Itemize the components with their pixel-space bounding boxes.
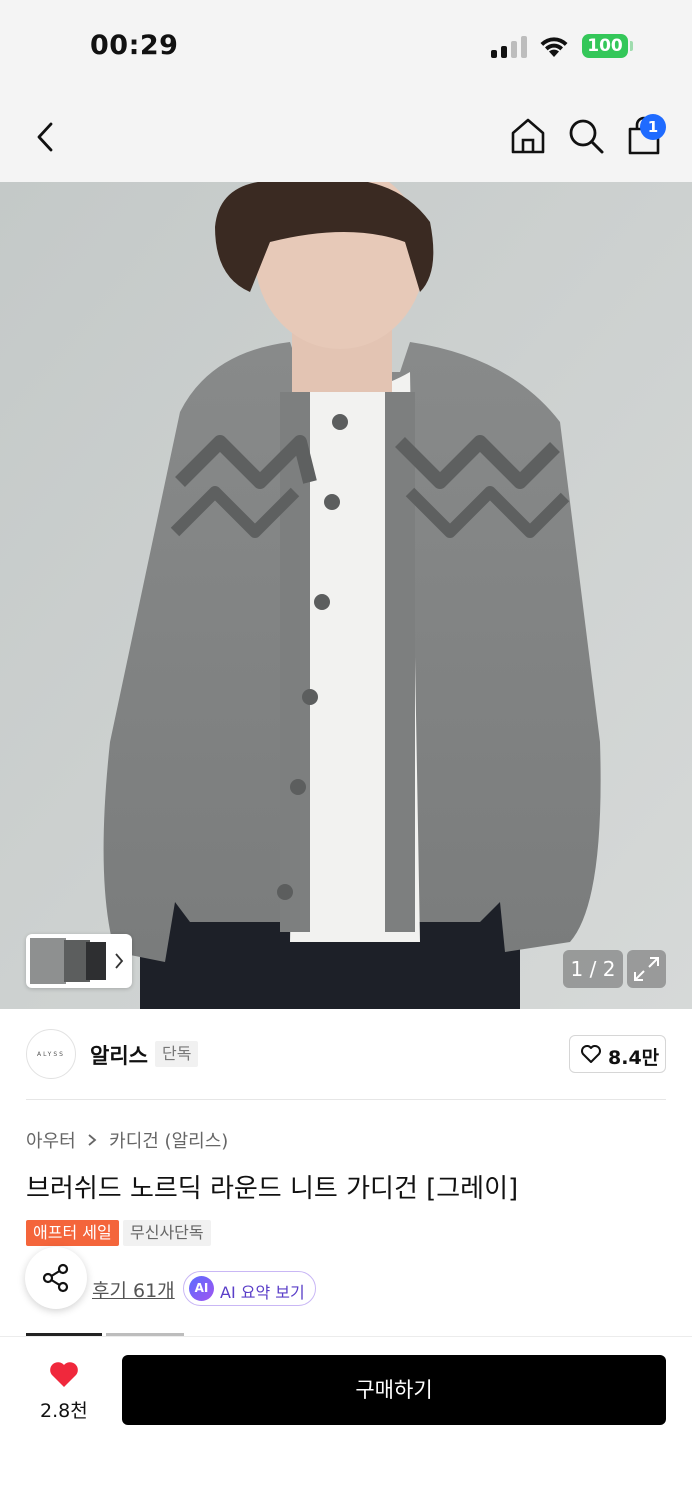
heart-outline-icon — [581, 1045, 601, 1063]
gallery-thumbnail-strip[interactable] — [26, 934, 132, 988]
nav-bar — [0, 92, 692, 182]
chevron-right-icon — [88, 1134, 97, 1146]
thumbnail-previews — [30, 938, 124, 984]
breadcrumb: 아우터 카디건 (알리스) — [26, 1127, 228, 1153]
search-icon[interactable] — [566, 116, 606, 156]
breadcrumb-subcategory[interactable]: 카디건 (알리스) — [109, 1131, 228, 1152]
exclusive-badge: 무신사단독 — [123, 1220, 211, 1246]
review-link[interactable]: 후기 61개 — [92, 1276, 175, 1303]
ai-summary-label: AI 요약 보기 — [220, 1283, 305, 1302]
brand-exclusive-tag: 단독 — [155, 1041, 199, 1067]
heart-filled-icon[interactable] — [48, 1359, 80, 1389]
cart-count-badge: 1 — [640, 114, 666, 140]
wifi-icon — [540, 37, 568, 57]
product-title: 브러쉬드 노르딕 라운드 니트 가디건 [그레이] — [26, 1174, 519, 1204]
home-icon[interactable] — [508, 116, 548, 156]
brand-like-count: 8.4만 — [608, 1047, 660, 1069]
back-icon[interactable] — [30, 120, 62, 154]
image-counter: 1 / 2 — [563, 950, 623, 988]
battery-indicator: 100 — [582, 34, 628, 58]
ai-summary-button[interactable]: AI AI 요약 보기 — [183, 1271, 316, 1306]
brand-logo[interactable]: ALYSS — [26, 1029, 76, 1079]
ai-icon: AI — [189, 1276, 214, 1301]
product-image[interactable] — [0, 182, 692, 1009]
share-button[interactable] — [25, 1247, 87, 1309]
battery-tip — [630, 41, 633, 51]
share-icon — [42, 1263, 69, 1293]
buy-button[interactable]: 구매하기 — [122, 1355, 666, 1425]
cellular-signal-icon — [491, 36, 527, 58]
divider — [26, 1099, 666, 1100]
breadcrumb-category[interactable]: 아우터 — [26, 1131, 76, 1152]
expand-icon[interactable] — [627, 950, 666, 988]
wish-count: 2.8천 — [40, 1400, 88, 1422]
brand-like-button[interactable]: 8.4만 — [569, 1035, 666, 1073]
status-time: 00:29 — [90, 30, 179, 61]
sale-badge: 애프터 세일 — [26, 1220, 119, 1246]
brand-name[interactable]: 알리스 — [90, 1040, 148, 1070]
